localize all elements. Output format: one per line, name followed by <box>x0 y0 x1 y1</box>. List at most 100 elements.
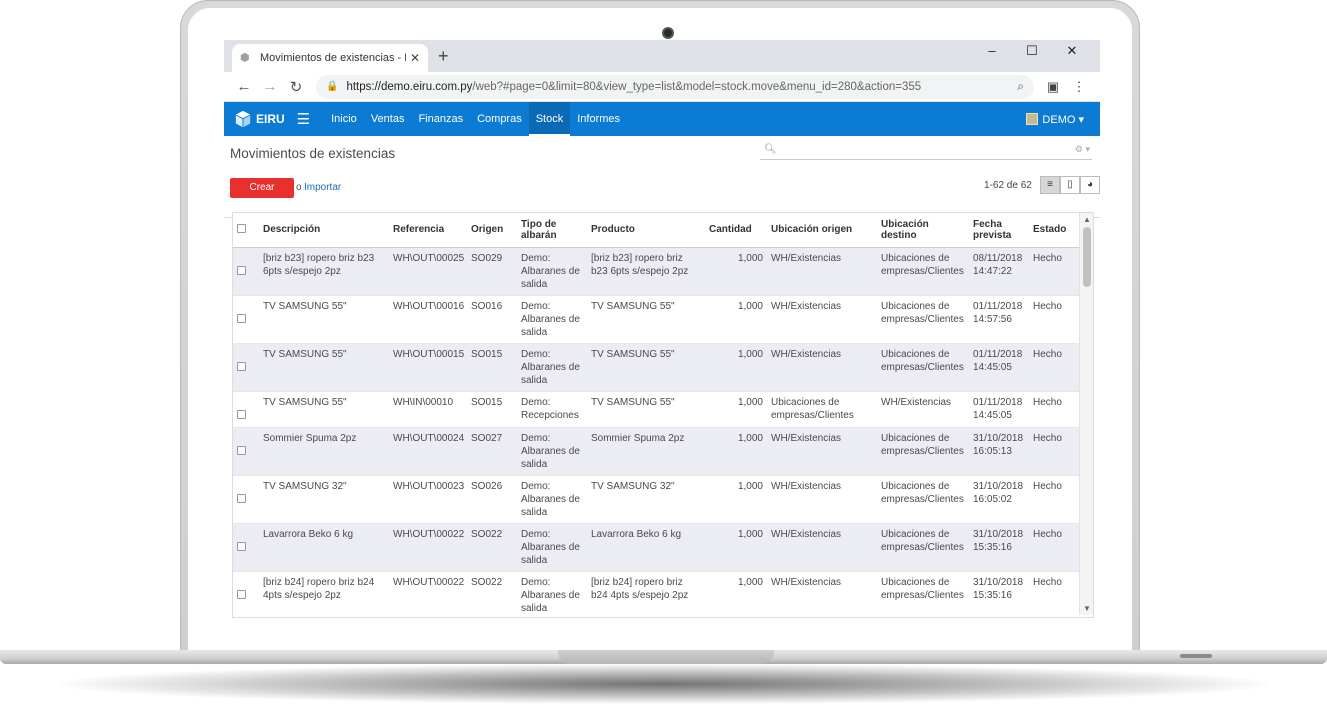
close-window-button[interactable]: ✕ <box>1052 42 1092 60</box>
graph-view-icon[interactable]: ◕ <box>1080 176 1100 194</box>
cell-fecha: 31/10/2018 16:05:13 <box>973 432 1024 457</box>
column-header-descripcion[interactable]: Descripción <box>259 213 389 248</box>
laptop-notch <box>558 650 774 664</box>
cell-ubic-origen: WH/Existencias <box>771 300 842 312</box>
cell-descripcion: TV SAMSUNG 55" <box>263 300 347 312</box>
cube-favicon-icon: ⬢ <box>240 52 250 64</box>
forward-arrow-icon[interactable]: → <box>258 78 282 95</box>
cell-cantidad: 1,000 <box>737 480 763 492</box>
column-header-estado[interactable]: Estado <box>1029 213 1079 248</box>
url-bar[interactable]: 🔒 https://demo.eiru.com.py/web?#page=0&l… <box>316 74 1034 99</box>
hamburger-menu-icon[interactable]: ☰ <box>297 110 310 128</box>
cell-origen: SO029 <box>471 252 503 264</box>
user-name: DEMO ▾ <box>1042 113 1084 126</box>
extension-icon[interactable]: ▣ <box>1040 79 1066 95</box>
app-navbar: EIRU ☰ Inicio Ventas Finanzas Compras St… <box>224 102 1100 136</box>
lock-icon[interactable]: 🔒 <box>326 81 338 92</box>
row-checkbox[interactable] <box>233 475 259 523</box>
cell-ubic-origen: WH/Existencias <box>771 528 842 540</box>
cell-ubic-destino: Ubicaciones de empresas/Clientes <box>881 300 964 325</box>
eiru-logo[interactable]: EIRU <box>234 110 285 128</box>
cell-descripcion: TV SAMSUNG 32" <box>263 480 347 492</box>
cell-estado: Hecho <box>1033 480 1062 492</box>
scrollbar[interactable]: ▲ ▼ <box>1079 213 1093 615</box>
cell-tipo: Demo: Albaranes de salida <box>521 252 580 290</box>
row-checkbox[interactable] <box>233 391 259 427</box>
list-view: Descripción Referencia Origen Tipo de al… <box>232 212 1094 618</box>
column-header-fecha-prevista[interactable]: Fecha prevista <box>969 213 1029 248</box>
row-checkbox[interactable] <box>233 295 259 343</box>
minimize-button[interactable]: – <box>972 42 1012 60</box>
column-header-tipo-albaran[interactable]: Tipo de albarán <box>517 213 587 248</box>
scroll-thumb[interactable] <box>1083 227 1091 287</box>
cell-fecha: 01/11/2018 14:45:05 <box>973 348 1023 373</box>
column-header-producto[interactable]: Producto <box>587 213 705 248</box>
zoom-icon[interactable]: ⌕ <box>1017 79 1024 94</box>
table-row[interactable]: TV SAMSUNG 55" WH\OUT\00016 SO016 Demo: Alb… <box>233 295 1079 343</box>
user-menu[interactable]: DEMO ▾ <box>1026 113 1090 126</box>
row-checkbox[interactable] <box>233 343 259 391</box>
menu-item-finanzas[interactable]: Finanzas <box>411 102 470 136</box>
close-icon[interactable]: ✕ <box>410 51 420 65</box>
cell-origen: SO022 <box>471 576 503 588</box>
back-arrow-icon[interactable]: ← <box>232 78 256 95</box>
row-checkbox[interactable] <box>233 523 259 571</box>
control-panel: Movimientos de existencias 🔍︎ ⚙ ▾ Crear … <box>224 136 1100 218</box>
cell-ubic-destino: WH/Existencias <box>881 396 952 408</box>
laptop-indicator-light <box>1180 654 1212 658</box>
table-row[interactable]: Sommier Spuma 2pz WH\OUT\00024 SO027 Demo: … <box>233 427 1079 475</box>
logo-text: EIRU <box>256 112 285 126</box>
row-checkbox[interactable] <box>233 571 259 617</box>
search-input[interactable] <box>780 144 1060 158</box>
cell-cantidad: 1,000 <box>737 396 763 408</box>
table-row[interactable]: TV SAMSUNG 55" WH\IN\00010 SO015 Demo: Rece… <box>233 391 1079 427</box>
cell-ubic-destino: Ubicaciones de empresas/Clientes <box>881 348 964 373</box>
column-header-origen[interactable]: Origen <box>467 213 517 248</box>
table-body: [briz b23] ropero briz b23 6pts s/espejo… <box>233 247 1079 617</box>
pager-value[interactable]: 1-62 de 62 <box>984 180 1032 191</box>
cell-referencia: WH\OUT\00016 <box>393 300 465 312</box>
table-row[interactable]: Lavarrora Beko 6 kg WH\OUT\00022 SO022 Demo… <box>233 523 1079 571</box>
menu-item-stock[interactable]: Stock <box>528 102 571 136</box>
row-checkbox[interactable] <box>233 247 259 295</box>
scroll-up-icon[interactable]: ▲ <box>1080 215 1093 224</box>
column-header-ubicacion-destino[interactable]: Ubicación destino <box>877 213 969 248</box>
cell-referencia: WH\OUT\00015 <box>393 348 465 360</box>
url-path: /web?#page=0&limit=80&view_type=list&mod… <box>472 80 922 93</box>
column-header-cantidad[interactable]: Cantidad <box>705 213 767 248</box>
new-tab-button[interactable]: + <box>438 46 449 67</box>
search-options-icon[interactable]: ⚙ ▾ <box>1075 144 1090 155</box>
cell-estado: Hecho <box>1033 576 1062 588</box>
table-row[interactable]: TV SAMSUNG 55" WH\OUT\00015 SO015 Demo: Alb… <box>233 343 1079 391</box>
browser-tab[interactable]: ⬢ Movimientos de existencias - EIRU ✕ <box>232 44 428 72</box>
list-view-icon[interactable]: ≡ <box>1040 176 1060 194</box>
cell-producto: TV SAMSUNG 55" <box>591 396 675 408</box>
table-row[interactable]: [briz b23] ropero briz b23 6pts s/espejo… <box>233 247 1079 295</box>
table-row[interactable]: [briz b24] ropero briz b24 4pts s/espejo… <box>233 571 1079 617</box>
import-link[interactable]: Importar <box>304 182 341 193</box>
cell-producto: [briz b24] ropero briz b24 4pts s/espejo… <box>591 576 689 601</box>
cell-fecha: 08/11/2018 14:47:22 <box>973 252 1023 277</box>
cube-logo-icon <box>235 110 251 128</box>
scroll-down-icon[interactable]: ▼ <box>1080 604 1093 613</box>
menu-item-ventas[interactable]: Ventas <box>364 102 412 136</box>
more-menu-icon[interactable]: ⋮ <box>1066 79 1092 95</box>
select-all-checkbox[interactable] <box>233 213 259 248</box>
cell-producto: TV SAMSUNG 55" <box>591 348 675 360</box>
menu-item-inicio[interactable]: Inicio <box>324 102 364 136</box>
create-button[interactable]: Crear <box>230 178 294 198</box>
column-header-referencia[interactable]: Referencia <box>389 213 467 248</box>
form-view-icon[interactable]: ▯ <box>1060 176 1080 194</box>
menu-item-compras[interactable]: Compras <box>470 102 529 136</box>
table-header-row: Descripción Referencia Origen Tipo de al… <box>233 213 1079 248</box>
table-row[interactable]: TV SAMSUNG 32" WH\OUT\00023 SO026 Demo: Alb… <box>233 475 1079 523</box>
browser-addressbar: ← → ↻ 🔒 https://demo.eiru.com.py/web?#pa… <box>224 72 1100 102</box>
cell-referencia: WH\OUT\00022 <box>393 528 465 540</box>
cell-descripcion: Sommier Spuma 2pz <box>263 432 357 444</box>
maximize-button[interactable]: ☐ <box>1012 42 1052 60</box>
column-header-ubicacion-origen[interactable]: Ubicación origen <box>767 213 877 248</box>
cell-tipo: Demo: Albaranes de salida <box>521 528 580 566</box>
row-checkbox[interactable] <box>233 427 259 475</box>
menu-item-informes[interactable]: Informes <box>570 102 627 136</box>
reload-icon[interactable]: ↻ <box>284 78 308 96</box>
